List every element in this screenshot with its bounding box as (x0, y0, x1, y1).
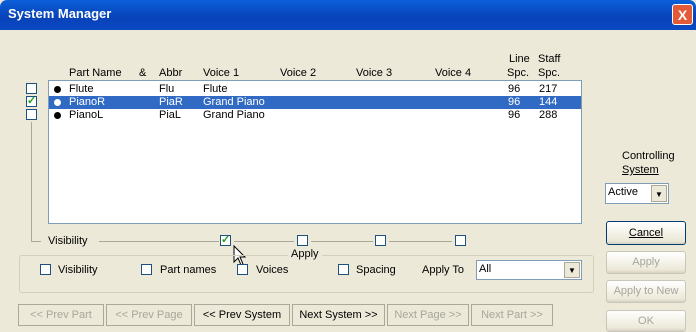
apply-to-select[interactable]: All ▼ (476, 260, 582, 280)
controlling-system-label-2: System (622, 164, 659, 176)
visibility-voice4-checkbox[interactable] (455, 235, 466, 246)
part-line-spc: 96 (508, 83, 521, 95)
part-name: PianoR (69, 96, 106, 108)
apply-to-label: Apply To (422, 264, 464, 276)
part-staff-spc: 288 (539, 109, 558, 121)
col-header-voice3: Voice 3 (356, 67, 393, 79)
visibility-voice3-checkbox[interactable] (375, 235, 386, 246)
part-bullet-icon (54, 112, 61, 119)
chevron-down-icon[interactable]: ▼ (564, 262, 580, 278)
visibility-line (99, 241, 219, 242)
apply-spacing-label: Spacing (356, 264, 396, 276)
ok-button[interactable]: OK (606, 310, 686, 332)
visibility-line (311, 241, 373, 242)
part-abbr: PiaR (159, 96, 183, 108)
window-title: System Manager (8, 6, 112, 21)
part-checkbox[interactable] (26, 109, 37, 120)
apply-to-new-button[interactable]: Apply to New (606, 280, 686, 303)
apply-voices-checkbox[interactable] (237, 264, 248, 275)
part-name: PianoL (69, 109, 104, 121)
col-header-voice1: Voice 1 (203, 67, 240, 79)
controlling-system-value: Active (608, 186, 638, 198)
part-voice1: Flute (203, 83, 228, 95)
next-page-button[interactable]: Next Page >> (387, 304, 469, 326)
apply-visibility-label: Visibility (58, 264, 98, 276)
list-item[interactable]: Flute Flu Flute 96 217 (49, 83, 581, 96)
close-button[interactable]: X (672, 4, 693, 25)
list-item[interactable]: PianoR PiaR Grand Piano 96 144 (49, 96, 581, 109)
next-system-button[interactable]: Next System >> (292, 304, 385, 326)
part-bullet-icon (54, 86, 61, 93)
visibility-voice1-checkbox[interactable] (220, 233, 231, 246)
apply-button[interactable]: Apply (606, 251, 686, 274)
apply-visibility-checkbox[interactable] (40, 264, 51, 275)
apply-part-names-label: Part names (160, 264, 217, 276)
part-voice1: Grand Piano (203, 109, 265, 121)
part-staff-spc: 217 (539, 83, 558, 95)
prev-system-button[interactable]: << Prev System (194, 304, 290, 326)
controlling-system-select[interactable]: Active ▼ (605, 183, 669, 204)
controlling-system-label: Controlling (622, 150, 675, 162)
apply-spacing-checkbox[interactable] (338, 264, 349, 275)
chevron-down-icon[interactable]: ▼ (651, 185, 667, 202)
visibility-voice2-checkbox[interactable] (297, 235, 308, 246)
part-bullet-icon (54, 99, 61, 106)
parts-list[interactable]: Flute Flu Flute 96 217 PianoR PiaR Grand… (48, 80, 582, 224)
part-checkbox[interactable] (26, 94, 37, 107)
col-header-abbr: Abbr (159, 67, 183, 79)
title-bar: System Manager X (0, 0, 696, 30)
cancel-button-label: Cancel (628, 227, 664, 239)
col-header-part-name: Part Name (69, 67, 122, 79)
prev-page-button[interactable]: << Prev Page (106, 304, 192, 326)
list-item[interactable]: PianoL PiaL Grand Piano 96 288 (49, 109, 581, 122)
apply-part-names-checkbox[interactable] (141, 264, 152, 275)
part-line-spc: 96 (508, 109, 521, 121)
part-name: Flute (69, 83, 94, 95)
next-part-button[interactable]: Next Part >> (471, 304, 553, 326)
apply-voices-label: Voices (256, 264, 289, 276)
cancel-button[interactable]: Cancel (606, 221, 686, 245)
col-header-staff-spc-bottom: Spc. (538, 67, 561, 79)
visibility-label: Visibility (48, 235, 88, 247)
bracket-line (31, 122, 32, 241)
part-abbr: Flu (159, 83, 175, 95)
col-header-voice2: Voice 2 (280, 67, 317, 79)
apply-to-value: All (479, 263, 492, 275)
part-staff-spc: 144 (539, 96, 558, 108)
col-header-line-spc-top: Line (509, 53, 530, 65)
col-header-voice4: Voice 4 (435, 67, 472, 79)
dialog-body: Part Name & Abbr Voice 1 Voice 2 Voice 3… (4, 30, 692, 332)
col-header-line-spc-bottom: Spc. (507, 67, 530, 79)
controlling-system-label-underlined: System (622, 164, 659, 176)
part-voice1: Grand Piano (203, 96, 265, 108)
part-line-spc: 96 (508, 96, 521, 108)
bracket-line (31, 241, 41, 242)
part-checkbox[interactable] (26, 83, 37, 94)
visibility-line (234, 241, 294, 242)
col-header-staff-spc-top: Staff (538, 53, 561, 65)
apply-group-title: Apply (288, 248, 322, 260)
part-abbr: PiaL (159, 109, 182, 121)
prev-part-button[interactable]: << Prev Part (18, 304, 104, 326)
col-header-amp: & (139, 67, 147, 79)
visibility-line (389, 241, 452, 242)
